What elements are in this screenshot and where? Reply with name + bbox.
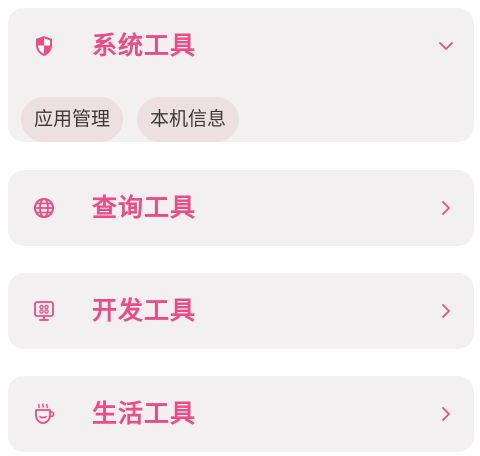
globe-icon xyxy=(32,196,56,220)
cup-icon xyxy=(32,402,56,426)
chevron-right-icon[interactable] xyxy=(436,301,456,321)
chevron-down-icon[interactable] xyxy=(436,36,456,56)
chevron-right-icon[interactable] xyxy=(436,404,456,424)
chevron-right-icon[interactable] xyxy=(436,198,456,218)
section-title: 开发工具 xyxy=(92,296,197,325)
section-header-life-tools[interactable]: 生活工具 xyxy=(8,376,474,452)
section-life-tools: 生活工具 xyxy=(8,376,474,452)
section-title: 生活工具 xyxy=(92,399,197,428)
monitor-icon xyxy=(32,299,56,323)
shield-icon xyxy=(32,34,56,58)
chip-app-management[interactable]: 应用管理 xyxy=(21,97,124,142)
section-header-query-tools[interactable]: 查询工具 xyxy=(8,170,474,246)
tool-chip-list: 应用管理 本机信息 xyxy=(21,97,240,142)
section-query-tools: 查询工具 xyxy=(8,170,474,246)
chip-device-info[interactable]: 本机信息 xyxy=(137,97,240,142)
section-dev-tools: 开发工具 xyxy=(8,273,474,349)
section-header-dev-tools[interactable]: 开发工具 xyxy=(8,273,474,349)
section-header-system-tools[interactable]: 系统工具 xyxy=(8,8,474,84)
section-title: 查询工具 xyxy=(92,193,197,222)
section-title: 系统工具 xyxy=(92,31,197,60)
section-system-tools: 系统工具 应用管理 本机信息 xyxy=(8,8,474,142)
